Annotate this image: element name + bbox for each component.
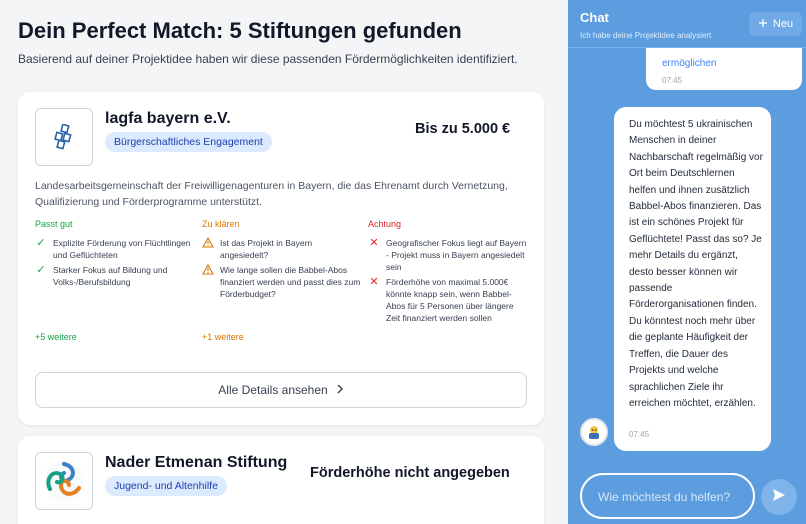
assistant-avatar — [580, 418, 608, 446]
foundation-description: Landesarbeitsgemeinschaft der Freiwillig… — [35, 180, 508, 208]
message-time: 07:45 — [629, 430, 650, 439]
cross-icon: ✕ — [369, 276, 379, 288]
foundation-card: Nader Etmenan Stiftung Jugend- und Alten… — [18, 436, 544, 524]
chat-panel: Chat Ich habe deine Projektidee analysie… — [568, 0, 806, 524]
details-button-label: Alle Details ansehen — [218, 383, 328, 397]
send-button[interactable] — [761, 479, 797, 515]
message-time: 07:45 — [662, 76, 683, 85]
chat-input[interactable] — [598, 487, 738, 507]
plus-icon — [758, 18, 768, 31]
category-badge: Bürgerschaftliches Engagement — [105, 132, 272, 152]
warning-icon — [202, 263, 214, 276]
check-icon: ✓ — [36, 264, 46, 276]
chat-title: Chat — [580, 10, 609, 25]
chat-subtitle: Ich habe deine Projektidee analysiert — [580, 31, 712, 40]
caution-column: Achtung ✕ Geografischer Fokus liegt auf … — [368, 219, 528, 327]
foundation-name: lagfa bayern e.V. — [105, 110, 231, 127]
new-chat-label: Neu — [772, 18, 794, 30]
foundation-logo-icon — [35, 452, 93, 510]
list-item: ✓ Explizite Förderung von Flüchtlingen u… — [36, 237, 191, 260]
page-subtitle: Basierend auf deiner Projektidee haben w… — [18, 52, 518, 66]
category-badge: Jugend- und Altenhilfe — [105, 476, 227, 496]
list-item: Wie lange sollen die Babbel-Abos finanzi… — [202, 263, 362, 300]
send-icon — [771, 487, 787, 508]
chevron-right-icon — [336, 383, 344, 397]
new-chat-button[interactable]: Neu — [749, 12, 802, 36]
funding-amount: Bis zu 5.000 € — [415, 121, 511, 137]
funding-amount: Förderhöhe nicht angegeben — [310, 465, 510, 481]
message-text: ermöglichen — [662, 58, 717, 69]
caution-heading: Achtung — [368, 219, 402, 229]
list-item: ✕ Geografischer Fokus liegt auf Bayern -… — [369, 237, 527, 272]
fits-heading: Passt gut — [35, 219, 73, 229]
assistant-message: Du möchtest 5 ukrainischen Menschen in d… — [614, 107, 771, 451]
list-item: ✓ Starker Fokus auf Bildung und Volks-/B… — [36, 264, 168, 287]
foundation-card: lagfa bayern e.V. Bürgerschaftliches Eng… — [18, 92, 544, 425]
message-text: Du möchtest 5 ukrainischen Menschen in d… — [629, 119, 763, 409]
cross-icon: ✕ — [369, 237, 379, 249]
clarify-column: Zu klären Ist das Projekt in Bayern ange… — [202, 219, 362, 303]
results-panel: Dein Perfect Match: 5 Stiftungen gefunde… — [0, 0, 568, 524]
clarify-more-link[interactable]: +1 weitere — [202, 332, 244, 342]
lagfa-logo-icon — [35, 108, 93, 166]
clarify-heading: Zu klären — [202, 219, 240, 229]
list-item: ✕ Förderhöhe von maximal 5.000€ könnte k… — [369, 276, 514, 323]
chat-input-wrapper — [580, 473, 755, 519]
list-item: Ist das Projekt in Bayern angesiedelt? — [202, 236, 362, 261]
fits-more-link[interactable]: +5 weitere — [35, 332, 77, 342]
user-message: ermöglichen 07:45 — [646, 48, 802, 90]
page-title: Dein Perfect Match: 5 Stiftungen gefunde… — [18, 18, 462, 43]
details-button[interactable]: Alle Details ansehen — [35, 372, 527, 408]
foundation-name: Nader Etmenan Stiftung — [105, 454, 288, 471]
check-icon: ✓ — [36, 237, 46, 249]
warning-icon — [202, 236, 214, 249]
fits-column: Passt gut ✓ Explizite Förderung von Flüc… — [35, 219, 195, 291]
